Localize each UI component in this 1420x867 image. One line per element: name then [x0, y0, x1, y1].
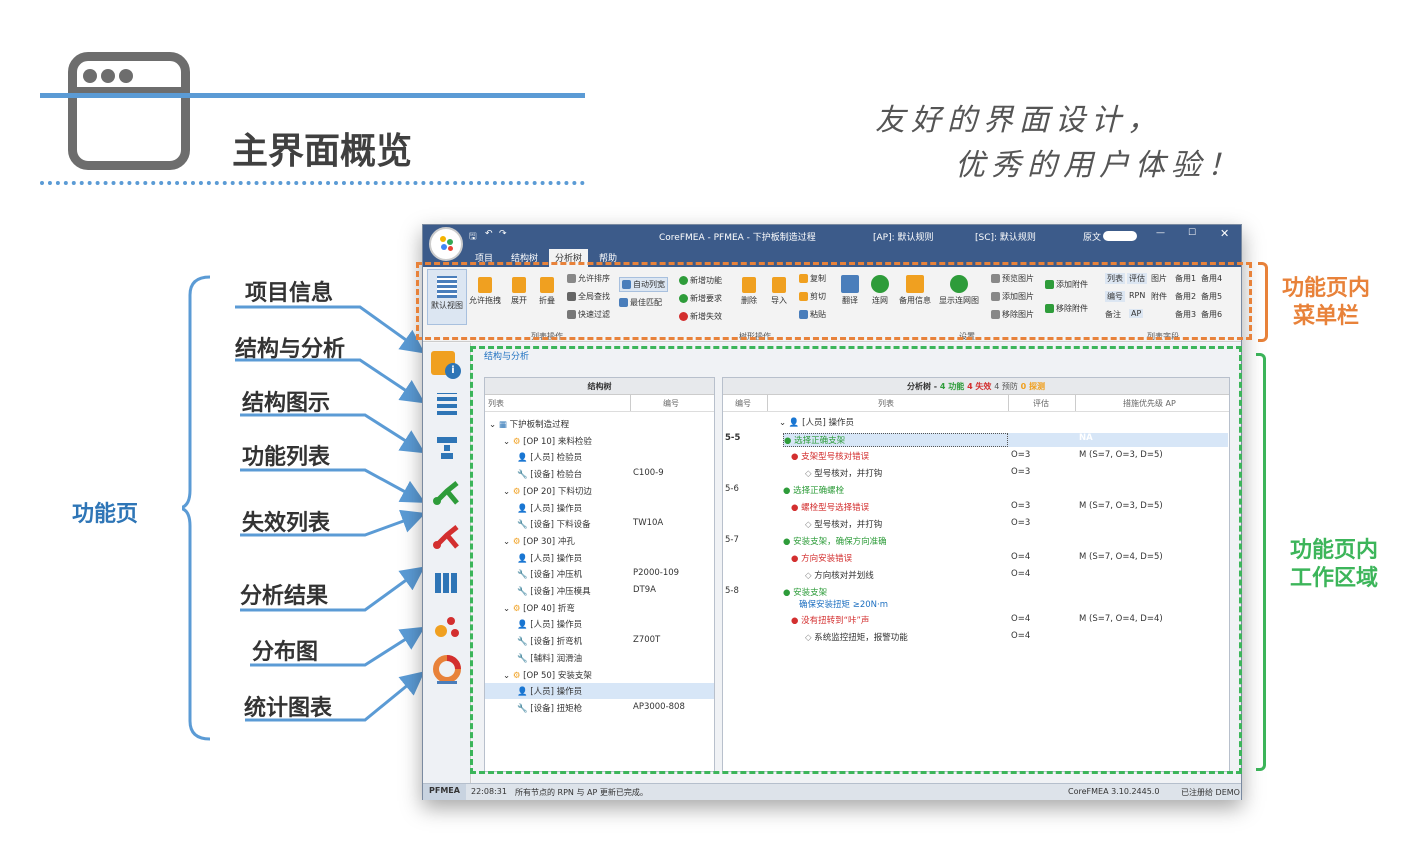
save-icon[interactable]: 🖫: [469, 229, 477, 245]
label-work-area: 功能页内 工作区域: [1290, 538, 1379, 591]
ribbon-highlight-frame: [416, 262, 1252, 340]
analysis-result-icon[interactable]: [431, 569, 463, 599]
function-page-label: 功能页: [72, 502, 139, 527]
version-text: CoreFMEA 3.10.2445.0: [1068, 787, 1160, 796]
left-brace: [182, 275, 211, 741]
undo-icon[interactable]: ↶: [485, 229, 493, 239]
header-line: [40, 93, 585, 98]
app-logo-icon: [429, 227, 463, 261]
statistics-chart-icon[interactable]: [431, 655, 463, 685]
status-message: 所有节点的 RPN 与 AP 更新已完成。: [515, 788, 648, 797]
workarea-highlight-frame: [470, 346, 1242, 774]
title-bar: 🖫 ↶ ↷ CoreFMEA - PFMEA - 下护板制造过程 [AP]: 默…: [423, 225, 1241, 261]
ap-rule-dropdown[interactable]: [AP]: 默认规则: [873, 230, 934, 243]
pointer-arrows: [235, 305, 426, 722]
window-icon: [68, 52, 190, 170]
distribution-icon[interactable]: [431, 611, 463, 641]
close-button[interactable]: ✕: [1220, 227, 1229, 240]
structure-diagram-icon[interactable]: [431, 433, 463, 463]
right-brace-green: [1256, 353, 1266, 771]
slogan-line-2: 优秀的用户体验！: [955, 148, 1243, 183]
mode-badge: PFMEA: [423, 784, 466, 800]
source-toggle[interactable]: [1103, 231, 1137, 241]
failure-list-icon[interactable]: [431, 523, 463, 553]
header-dotted-line: [40, 181, 585, 185]
redo-icon[interactable]: ↷: [499, 229, 507, 239]
function-sidebar: i: [423, 343, 471, 783]
registration-text: 已注册给 DEMO: [1181, 788, 1240, 797]
source-toggle-label: 原文: [1083, 233, 1102, 243]
project-info-icon[interactable]: i: [431, 351, 463, 381]
minimize-button[interactable]: —: [1156, 228, 1165, 238]
page-title: 主界面概览: [232, 131, 413, 172]
structure-analysis-icon[interactable]: [431, 389, 463, 419]
slogan-line-1: 友好的界面设计，: [875, 103, 1163, 138]
status-bar: PFMEA 22:08:31 所有节点的 RPN 与 AP 更新已完成。 Cor…: [423, 783, 1241, 800]
sc-rule-dropdown[interactable]: [SC]: 默认规则: [975, 230, 1036, 243]
status-time: 22:08:31: [471, 787, 507, 796]
right-brace-orange: [1258, 262, 1268, 342]
label-ribbon-menu: 功能页内 菜单栏: [1282, 276, 1371, 329]
function-list-icon[interactable]: [431, 479, 463, 509]
maximize-button[interactable]: ☐: [1188, 228, 1196, 238]
window-title: CoreFMEA - PFMEA - 下护板制造过程: [659, 233, 816, 243]
